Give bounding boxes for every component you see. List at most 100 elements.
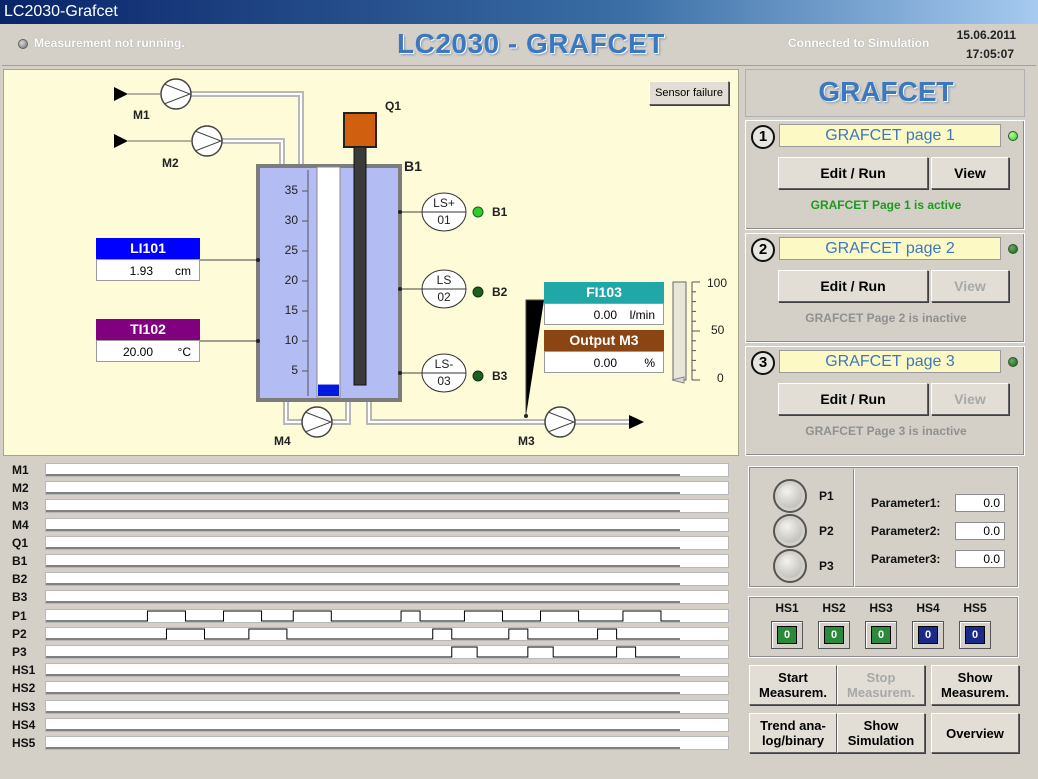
page-name-field[interactable]: GRAFCET page 3 — [779, 350, 1001, 373]
gauge-tick-0: 0 — [717, 371, 724, 385]
parameter1-input[interactable]: 0.0 — [955, 494, 1005, 512]
show-measurement-button[interactable]: Show Measurem. — [931, 665, 1019, 705]
ls01-line1: LS+ — [433, 196, 455, 210]
signal-name: HS1 — [12, 663, 36, 678]
sensor-b3-led — [472, 370, 484, 382]
edit-run-button[interactable]: Edit / Run — [778, 270, 928, 302]
signal-name: M2 — [12, 481, 29, 496]
page-name-field[interactable]: GRAFCET page 2 — [779, 237, 1001, 260]
p3-push-button[interactable] — [773, 549, 807, 583]
signal-row-p1: P1 — [3, 607, 739, 625]
parameter3-input[interactable]: 0.0 — [955, 550, 1005, 568]
li101-value: 1.93 — [129, 264, 153, 278]
hs-label: HS1 — [775, 601, 799, 615]
signal-name: P2 — [12, 626, 27, 641]
signal-trace — [46, 729, 680, 731]
gauge-tick-50: 50 — [711, 323, 725, 337]
edit-run-button[interactable]: Edit / Run — [778, 383, 928, 415]
signal-row-m2: M2 — [3, 479, 739, 497]
output-m3-unit: % — [644, 356, 655, 370]
view-button[interactable]: View — [931, 383, 1009, 415]
page-name-field[interactable]: GRAFCET page 1 — [779, 124, 1001, 147]
grafcet-page-block-1: 1 GRAFCET page 1 Edit / Run View GRAFCET Pag… — [745, 120, 1025, 230]
signal-trace — [46, 510, 680, 512]
start-measurement-button[interactable]: Start Measurem. — [749, 665, 837, 705]
grafcet-page-block-3: 3 GRAFCET page 3 Edit / Run View GRAFCET Pag… — [745, 346, 1025, 456]
li101-unit: cm — [175, 264, 191, 278]
signal-name: M1 — [12, 463, 29, 477]
hs-label: HS4 — [916, 601, 940, 615]
signal-trace — [46, 747, 680, 749]
signal-name: B3 — [12, 590, 28, 605]
p2-push-button[interactable] — [773, 514, 807, 548]
signal-trace — [46, 711, 680, 713]
outlet-arrow-m3 — [629, 415, 644, 429]
header: Measurement not running. LC2030 - GRAFCE… — [2, 26, 1036, 66]
page-number-badge: 2 — [751, 238, 775, 262]
li101-value-box: 1.93 cm — [96, 259, 200, 281]
fi103-tag: FI103 — [544, 282, 664, 303]
sensor-b2-label: B2 — [492, 285, 508, 299]
fi103-unit: l/min — [629, 308, 655, 322]
app-window: LC2030-Grafcet Measurement not running. … — [0, 0, 1038, 779]
hs-value: 0 — [965, 626, 985, 644]
tank-scale-label: 35 — [284, 183, 298, 197]
heater-label: Q1 — [385, 99, 402, 113]
signal-name: B1 — [12, 554, 28, 568]
pump-m1-icon — [128, 78, 192, 110]
tank-scale-label: 10 — [284, 333, 298, 347]
view-button[interactable]: View — [931, 270, 1009, 302]
pump-m4-icon — [301, 406, 333, 438]
pump-m3-icon — [544, 406, 576, 438]
hs-value: 0 — [824, 626, 844, 644]
show-simulation-button[interactable]: Show Simulation — [837, 713, 925, 753]
signal-name: M4 — [12, 517, 29, 532]
sensor-failure-button[interactable]: Sensor failure — [649, 81, 729, 105]
signal-row-p3: P3 — [3, 643, 739, 661]
binary-signal-log: M1 M2 M3 M4 Q1 B1 B2 B3 P1 P2 P3 HS1 HS2 HS3 HS4 HS5 — [3, 458, 739, 760]
output-m3-value: 0.00 — [593, 356, 617, 370]
signal-name: P3 — [12, 645, 27, 659]
view-button[interactable]: View — [931, 157, 1009, 189]
hs1-switch[interactable]: 0 — [771, 621, 803, 649]
stop-measurement-button[interactable]: Stop Measurem. — [837, 665, 925, 705]
ti102-tag: TI102 — [96, 319, 200, 340]
signal-row-b2: B2 — [3, 570, 739, 588]
signal-trace — [46, 674, 680, 676]
overview-button[interactable]: Overview — [931, 713, 1019, 753]
p-switch-label: P2 — [819, 524, 834, 538]
time-display: 17:05:07 — [965, 47, 1014, 61]
signal-trace — [46, 610, 680, 622]
edit-run-button[interactable]: Edit / Run — [778, 157, 928, 189]
signal-name: Q1 — [12, 535, 29, 550]
app-title: LC2030 - GRAFCET — [397, 28, 665, 59]
trend-analog-binary-button[interactable]: Trend ana- log/binary — [749, 713, 837, 753]
ls02-line2: 02 — [437, 290, 451, 304]
grafcet-panel: GRAFCET 1 GRAFCET page 1 Edit / Run View GRA… — [743, 69, 1027, 459]
signal-name: M3 — [12, 499, 29, 514]
parameter-panel: P1 P2 P3 Parameter1: 0.0 Parameter2: 0.0 Parame… — [748, 466, 1019, 588]
heater-q1-icon — [343, 112, 377, 148]
hs2-switch[interactable]: 0 — [818, 621, 850, 649]
li101-tag: LI101 — [96, 238, 200, 259]
parameter-divider — [853, 469, 855, 587]
signal-name: B2 — [12, 572, 28, 587]
parameter-label: Parameter3: — [871, 552, 941, 566]
signal-trace — [46, 565, 680, 567]
signal-trace — [46, 646, 680, 658]
p1-push-button[interactable] — [773, 479, 807, 513]
signal-row-b3: B3 — [3, 588, 739, 606]
signal-trace — [46, 583, 680, 585]
hand-switch-panel: HS1 0 HS2 0 HS3 0 HS4 0 HS5 0 — [748, 596, 1019, 658]
fi103-value-box: 0.00 l/min — [544, 303, 664, 325]
signal-row-hs5: HS5 — [3, 734, 739, 752]
ls02-line1: LS — [436, 273, 452, 287]
ls01-line2: 01 — [437, 213, 451, 227]
measurement-status: Measurement not running. — [34, 36, 185, 50]
hs3-switch[interactable]: 0 — [865, 621, 897, 649]
parameter2-input[interactable]: 0.0 — [955, 522, 1005, 540]
hs4-switch[interactable]: 0 — [912, 621, 944, 649]
hs5-switch[interactable]: 0 — [959, 621, 991, 649]
sensor-b2-led — [472, 286, 484, 298]
inlet-arrow-m2 — [114, 134, 128, 148]
